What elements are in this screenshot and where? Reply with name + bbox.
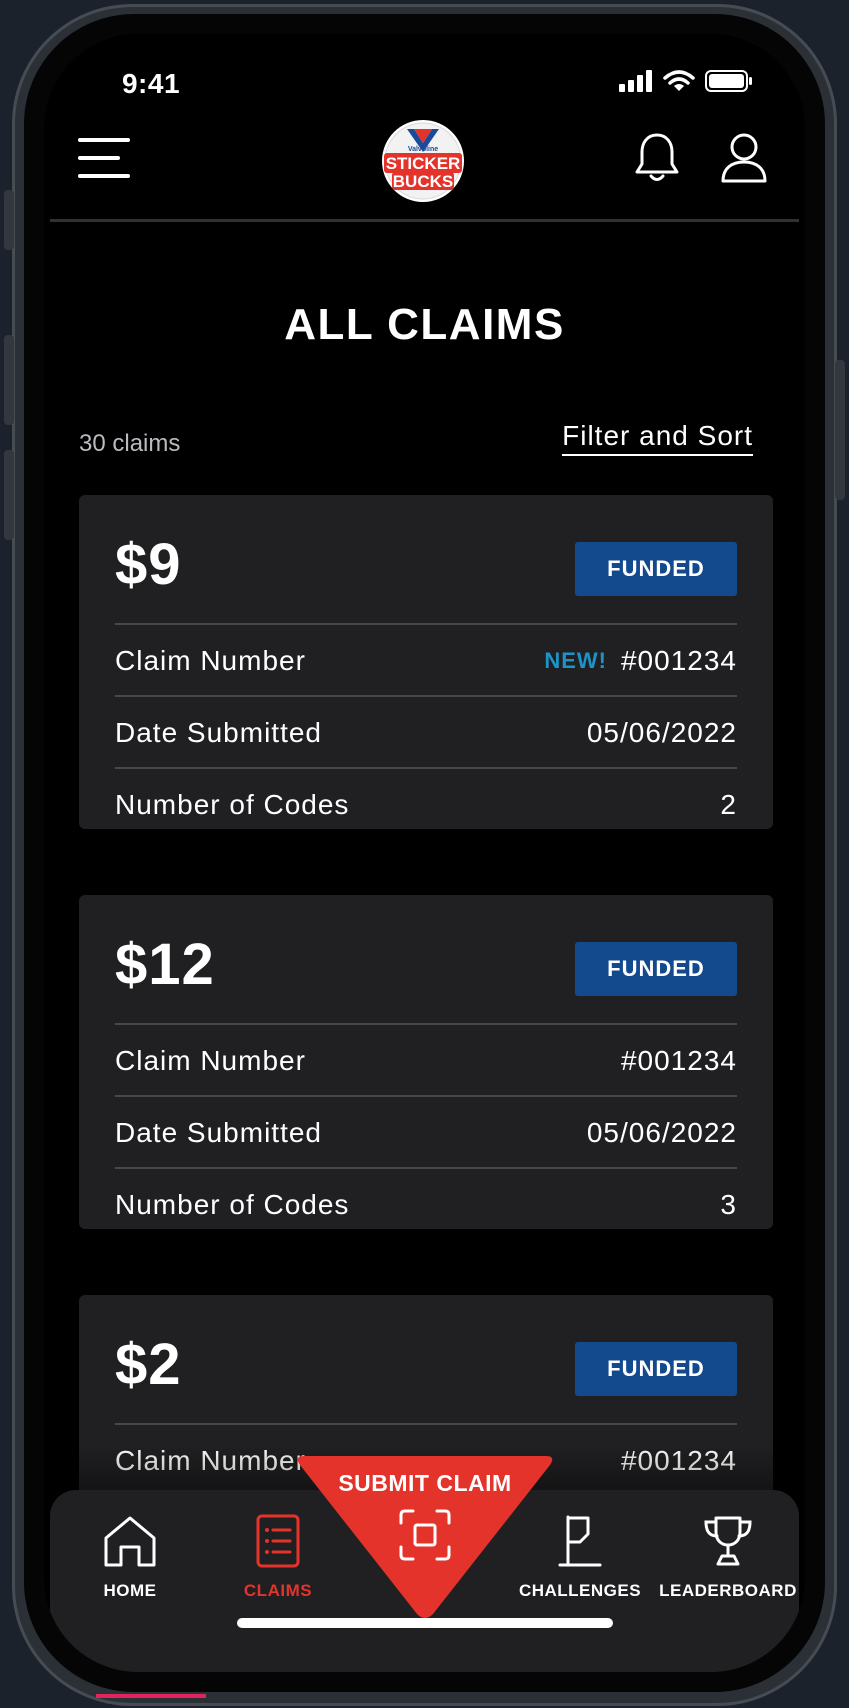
claims-count: 30 claims (79, 430, 181, 457)
nav-home-label: HOME (103, 1581, 157, 1600)
claim-card[interactable]: $12 FUNDED Claim Number #001234 Date Sub… (79, 895, 773, 1229)
claim-card[interactable]: $9 FUNDED Claim Number NEW! #001234 Date… (79, 495, 773, 829)
number-of-codes-row: Number of Codes 3 (115, 1167, 737, 1241)
svg-text:BUCKS: BUCKS (393, 172, 453, 191)
svg-text:Valvoline: Valvoline (408, 146, 438, 153)
sticker-bucks-logo: Valvoline STICKER BUCKS (382, 120, 464, 202)
signal-icon (619, 70, 652, 92)
number-of-codes-value: 2 (720, 789, 737, 820)
app-screen: 9:41 Valvoline STICKER BUCKS ALL CLAIMS … (44, 34, 805, 1672)
status-badge: FUNDED (575, 542, 737, 596)
claim-number-value: #001234 (620, 1045, 737, 1076)
power-button (835, 360, 845, 500)
claim-amount: $2 (115, 1332, 182, 1397)
claim-number-label: Claim Number (115, 645, 306, 676)
menu-icon[interactable] (78, 138, 132, 180)
status-badge: FUNDED (575, 1342, 737, 1396)
nav-leaderboard[interactable]: LEADERBOARD (658, 1514, 798, 1601)
bell-icon[interactable] (634, 132, 680, 184)
new-tag: NEW! (544, 648, 607, 673)
number-of-codes-row: Number of Codes 2 (115, 767, 737, 841)
volume-up-button (4, 335, 14, 425)
flag-icon (558, 1515, 602, 1567)
wifi-icon (663, 70, 695, 91)
claim-amount: $12 (115, 932, 215, 997)
date-submitted-row: Date Submitted 05/06/2022 (115, 1095, 737, 1169)
claim-number-value: #001234 (620, 645, 737, 676)
status-badge: FUNDED (575, 942, 737, 996)
status-time: 9:41 (121, 68, 181, 99)
nav-home[interactable]: HOME (60, 1514, 200, 1601)
date-submitted-row: Date Submitted 05/06/2022 (115, 695, 737, 769)
mute-switch (4, 190, 14, 250)
nav-leaderboard-label: LEADERBOARD (659, 1581, 797, 1600)
scroll-indicator-accent (96, 1694, 206, 1698)
date-submitted-label: Date Submitted (115, 717, 322, 748)
submit-claim-label: SUBMIT CLAIM (338, 1470, 512, 1496)
battery-icon (705, 70, 752, 92)
date-submitted-value: 05/06/2022 (586, 717, 737, 748)
claim-number-label: Claim Number (115, 1045, 306, 1076)
claim-number-row: Claim Number #001234 (115, 1023, 737, 1097)
claim-number-row: Claim Number NEW! #001234 (115, 623, 737, 697)
header-divider (50, 219, 799, 222)
profile-icon[interactable] (720, 132, 768, 184)
number-of-codes-value: 3 (720, 1189, 737, 1220)
filter-sort-link[interactable]: Filter and Sort (562, 420, 753, 456)
number-of-codes-label: Number of Codes (115, 1189, 350, 1220)
status-icons (619, 70, 753, 92)
volume-down-button (4, 450, 14, 540)
number-of-codes-label: Number of Codes (115, 789, 350, 820)
home-icon (104, 1516, 156, 1567)
page-title: ALL CLAIMS (284, 300, 565, 349)
home-indicator[interactable] (237, 1618, 613, 1628)
date-submitted-value: 05/06/2022 (586, 1117, 737, 1148)
trophy-icon (704, 1516, 752, 1566)
svg-text:STICKER: STICKER (386, 154, 461, 173)
date-submitted-label: Date Submitted (115, 1117, 322, 1148)
claim-amount: $9 (115, 532, 182, 597)
scan-icon (399, 1509, 451, 1561)
